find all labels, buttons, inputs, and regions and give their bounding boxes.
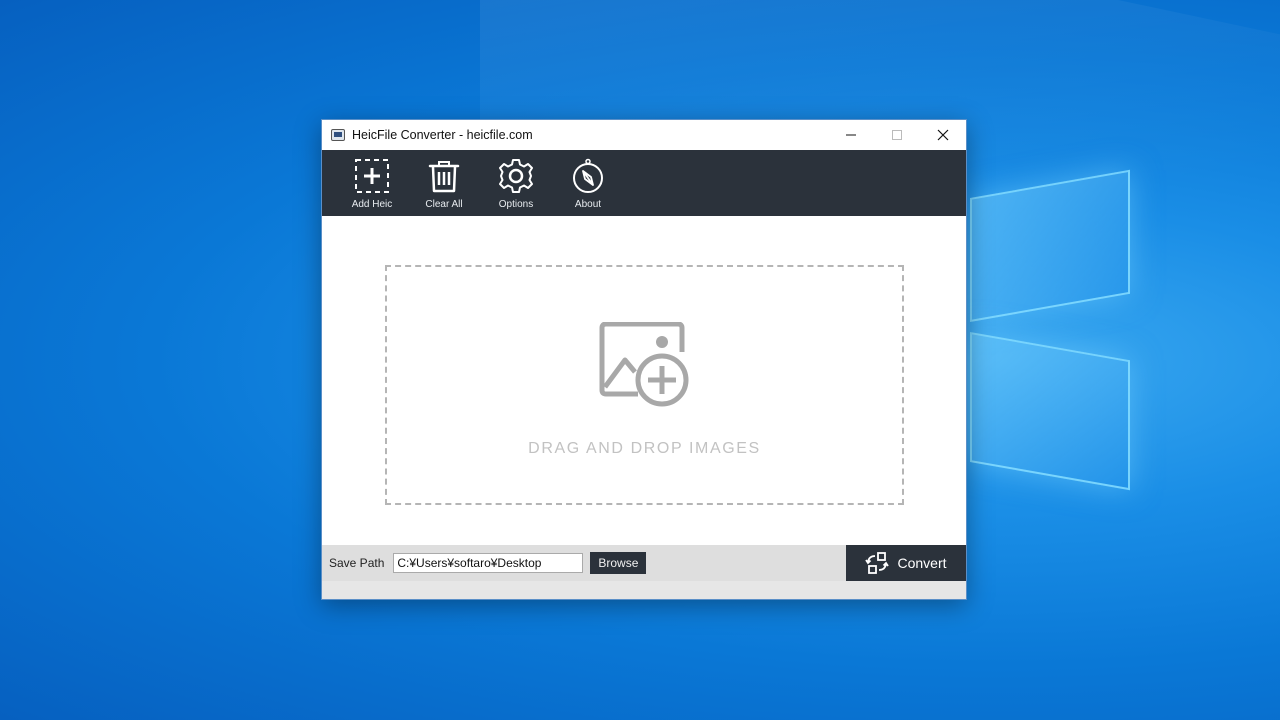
add-image-icon	[599, 322, 688, 407]
options-button[interactable]: Options	[480, 150, 552, 216]
convert-arrows-icon	[865, 552, 890, 574]
window-title: HeicFile Converter - heicfile.com	[352, 128, 533, 142]
gear-icon	[499, 159, 533, 193]
save-path-label: Save Path	[329, 556, 385, 570]
add-heic-label: Add Heic	[351, 199, 393, 210]
about-button[interactable]: About	[552, 150, 624, 216]
browse-button[interactable]: Browse	[590, 552, 647, 574]
drop-zone[interactable]: DRAG AND DROP IMAGES	[385, 265, 904, 505]
maximize-icon	[892, 130, 902, 140]
minimize-button[interactable]	[828, 120, 874, 150]
toolbar: Add Heic Clear All Options About	[322, 150, 966, 216]
app-window: HeicFile Converter - heicfile.com Add He…	[321, 119, 967, 600]
close-icon	[937, 129, 949, 141]
title-bar[interactable]: HeicFile Converter - heicfile.com	[322, 120, 966, 150]
close-button[interactable]	[920, 120, 966, 150]
options-label: Options	[498, 199, 534, 210]
content-area: DRAG AND DROP IMAGES	[322, 216, 966, 545]
about-label: About	[574, 199, 602, 210]
convert-button[interactable]: Convert	[846, 545, 966, 581]
bottom-bar: Save Path Browse Convert	[322, 545, 966, 581]
clear-all-button[interactable]: Clear All	[408, 150, 480, 216]
compass-icon	[573, 158, 603, 193]
trash-icon	[428, 161, 460, 193]
drop-zone-text: DRAG AND DROP IMAGES	[528, 440, 761, 457]
add-dashed-square-icon	[355, 159, 389, 193]
maximize-button[interactable]	[874, 120, 920, 150]
convert-label: Convert	[897, 555, 947, 571]
add-heic-button[interactable]: Add Heic	[336, 150, 408, 216]
app-icon	[331, 129, 345, 141]
minimize-icon	[846, 134, 856, 136]
status-bar	[322, 581, 966, 599]
windows-logo-pane	[970, 332, 1130, 491]
clear-all-label: Clear All	[425, 199, 463, 210]
save-path-input[interactable]	[393, 553, 584, 573]
